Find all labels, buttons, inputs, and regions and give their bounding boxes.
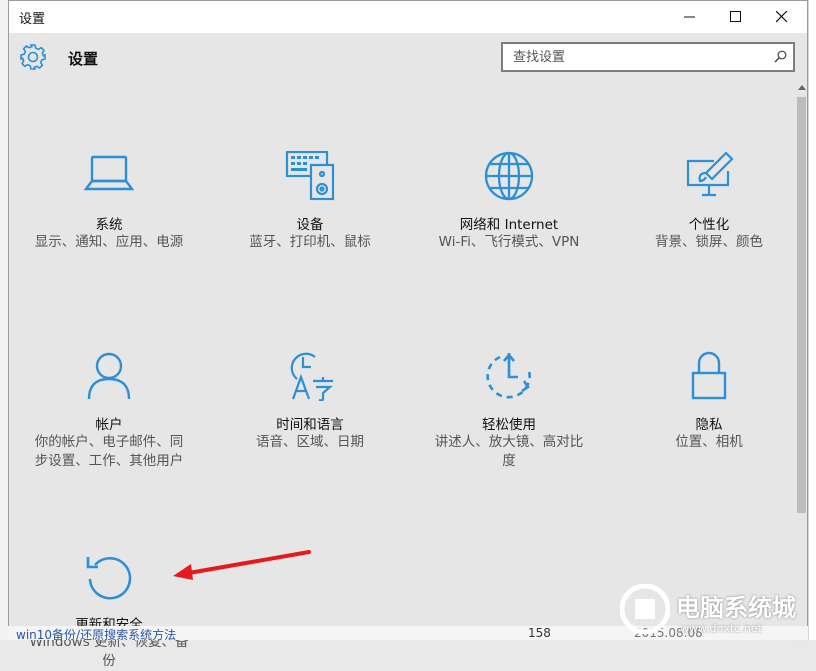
- tile-name: 系统: [95, 217, 123, 233]
- background-count: 158: [528, 626, 551, 640]
- tile-description: 蓝牙、打印机、鼠标: [249, 234, 371, 250]
- gear-icon: [20, 44, 46, 70]
- update-icon: [86, 556, 132, 600]
- title-bar[interactable]: 设置: [9, 1, 807, 33]
- tile-name: 帐户: [95, 417, 123, 433]
- background-link[interactable]: win10备份/还原搜索系统方法: [16, 626, 176, 640]
- maximize-button[interactable]: [713, 1, 759, 33]
- tile-name: 设备: [296, 217, 324, 233]
- tile-description: 位置、相机: [675, 434, 743, 450]
- person-icon: [87, 352, 131, 400]
- vertical-scrollbar[interactable]: [796, 83, 807, 641]
- ease-of-access-icon: [486, 352, 531, 399]
- tile-name: 隐私: [695, 417, 723, 433]
- background-page-right: [808, 0, 816, 640]
- maximize-icon: [730, 11, 741, 22]
- tile-name: 个性化: [688, 217, 730, 233]
- tile-name: 轻松使用: [482, 417, 536, 433]
- tile-name: 时间和语言: [276, 417, 344, 433]
- settings-window: 设置 设置 查找设置 系统 显示、通知、应用、电源 设备 蓝牙、打印机、鼠标 网…: [8, 0, 808, 669]
- scroll-thumb[interactable]: [797, 97, 806, 513]
- tile-description: 显示、通知、应用、电源: [34, 234, 184, 250]
- page-title: 设置: [68, 50, 99, 68]
- tile-description: 讲述人、放大镜、高对比度: [434, 434, 584, 469]
- minimize-button[interactable]: [667, 1, 713, 33]
- watermark: 电脑系统城 www.dnxtc.net: [620, 578, 816, 640]
- scroll-up-icon[interactable]: [798, 85, 806, 90]
- search-box[interactable]: [501, 42, 795, 72]
- minimize-icon: [684, 16, 695, 18]
- annotation-arrow-icon: [173, 550, 311, 580]
- lock-icon: [691, 351, 727, 400]
- watermark-logo-icon: [620, 584, 670, 634]
- tile-name: 网络和 Internet: [459, 217, 559, 233]
- close-icon: [776, 11, 788, 23]
- clock-language-icon: [290, 352, 333, 401]
- watermark-text: 电脑系统城: [676, 594, 796, 622]
- paint-monitor-icon: [686, 151, 734, 197]
- tile-description: 背景、锁屏、颜色: [655, 234, 763, 250]
- background-page-left: [0, 0, 8, 640]
- settings-header: 设置: [9, 33, 807, 83]
- keyboard-speaker-icon: [285, 151, 335, 201]
- watermark-url: www.dnxtc.net: [680, 622, 762, 635]
- search-input[interactable]: [503, 44, 763, 70]
- tile-description: 语音、区域、日期: [256, 434, 364, 450]
- search-icon[interactable]: [774, 50, 787, 63]
- window-title: 设置: [19, 12, 46, 27]
- tile-description: Wi-Fi、飞行模式、VPN: [438, 234, 580, 250]
- laptop-icon: [84, 155, 134, 191]
- close-button[interactable]: [759, 1, 805, 33]
- tile-description: 你的帐户、电子邮件、同步设置、工作、其他用户: [34, 434, 184, 469]
- globe-icon: [484, 151, 534, 201]
